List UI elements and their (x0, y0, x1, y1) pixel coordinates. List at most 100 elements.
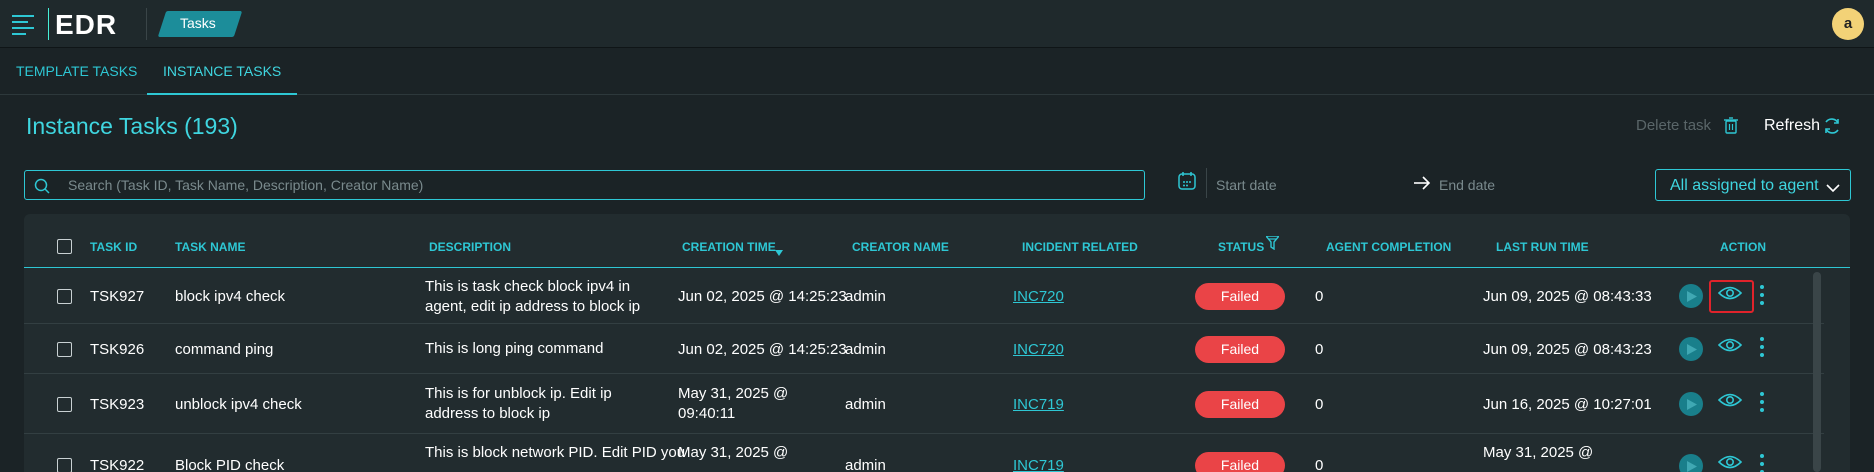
more-vertical-icon[interactable] (1760, 454, 1770, 472)
creation-time: Jun 02, 2025 @ 14:25:23 (678, 288, 847, 305)
task-description: This is for unblock ip. Edit ip address … (425, 385, 612, 422)
refresh-icon[interactable] (1823, 117, 1841, 135)
select-all-checkbox[interactable] (57, 239, 72, 254)
header-status[interactable]: STATUS (1218, 240, 1264, 254)
task-name: unblock ipv4 check (175, 396, 302, 413)
refresh-button[interactable]: Refresh (1764, 117, 1820, 135)
agent-completion: 0 (1315, 457, 1324, 472)
delete-icon[interactable] (1724, 117, 1738, 134)
task-name: command ping (175, 341, 274, 358)
row-checkbox[interactable] (57, 458, 72, 472)
agent-completion: 0 (1315, 288, 1324, 305)
agent-filter-label: All assigned to agent (1670, 177, 1819, 194)
task-name: block ipv4 check (175, 288, 286, 305)
chevron-down-icon (1826, 180, 1840, 193)
row-checkbox[interactable] (57, 342, 72, 357)
divider (146, 8, 147, 40)
last-run-time: Jun 09, 2025 @ 08:43:23 (1483, 341, 1652, 358)
status-badge: Failed (1195, 283, 1285, 310)
eye-icon[interactable] (1717, 392, 1746, 414)
tab-template-tasks[interactable]: TEMPLATE TASKS (16, 49, 137, 95)
table-row[interactable]: TSK926 command ping This is long ping co… (24, 324, 1824, 374)
search-box (24, 170, 1145, 200)
run-task-button[interactable] (1679, 392, 1703, 416)
header-task-id[interactable]: TASK ID (90, 240, 137, 254)
app-logo[interactable]: EDR (55, 9, 117, 41)
incident-link[interactable]: INC719 (1013, 457, 1064, 472)
search-icon (34, 178, 50, 194)
status-badge: Failed (1195, 391, 1285, 418)
task-id: TSK926 (90, 341, 145, 358)
end-date-input[interactable]: End date (1439, 177, 1495, 193)
task-description: This is block network PID. Edit PID you (425, 444, 686, 461)
run-task-button[interactable] (1679, 454, 1703, 472)
eye-icon[interactable] (1717, 454, 1746, 472)
tasks-table: TASK ID TASK NAME DESCRIPTION CREATION T… (24, 214, 1850, 472)
creator-name: admin (845, 288, 886, 305)
creator-name: admin (845, 396, 886, 413)
eye-icon[interactable] (1717, 285, 1746, 307)
creator-name: admin (845, 457, 886, 472)
header-task-name[interactable]: TASK NAME (175, 240, 245, 254)
incident-link[interactable]: INC719 (1013, 396, 1064, 413)
last-run-time: Jun 09, 2025 @ 08:43:33 (1483, 288, 1652, 305)
incident-link[interactable]: INC720 (1013, 341, 1064, 358)
header-action: ACTION (1720, 240, 1766, 254)
header-creation-time[interactable]: CREATION TIME (682, 240, 776, 254)
status-badge: Failed (1195, 336, 1285, 363)
breadcrumb-label[interactable]: Tasks (180, 15, 216, 31)
creation-time: Jun 02, 2025 @ 14:25:23 (678, 341, 847, 358)
agent-completion: 0 (1315, 396, 1324, 413)
play-icon (1687, 399, 1697, 410)
delete-task-button[interactable]: Delete task (1636, 117, 1711, 134)
search-input[interactable] (68, 174, 1128, 196)
row-checkbox[interactable] (57, 289, 72, 304)
table-row[interactable]: TSK927 block ipv4 check This is task che… (24, 269, 1824, 324)
sort-down-icon[interactable] (775, 243, 783, 261)
incident-link[interactable]: INC720 (1013, 288, 1064, 305)
task-id: TSK922 (90, 457, 145, 472)
row-checkbox[interactable] (57, 397, 72, 412)
creator-name: admin (845, 341, 886, 358)
header-last-run-time[interactable]: LAST RUN TIME (1496, 240, 1589, 254)
start-date-input[interactable]: Start date (1216, 177, 1277, 193)
task-id: TSK927 (90, 288, 145, 305)
creation-time: May 31, 2025 @ (678, 444, 789, 461)
page-title: Instance Tasks (193) (26, 113, 238, 139)
table-scrollbar[interactable] (1813, 272, 1821, 472)
task-description: This is long ping command (425, 340, 604, 357)
play-icon (1687, 461, 1697, 472)
menu-icon[interactable] (12, 12, 38, 36)
task-description: This is task check block ipv4 in agent, … (425, 278, 641, 315)
table-header: TASK ID TASK NAME DESCRIPTION CREATION T… (24, 214, 1850, 268)
date-divider (1206, 168, 1207, 198)
arrow-right-icon (1413, 175, 1431, 191)
agent-completion: 0 (1315, 341, 1324, 358)
calendar-icon[interactable] (1177, 171, 1197, 191)
creation-time: May 31, 2025 @ 09:40:11 (678, 385, 789, 422)
filter-icon[interactable] (1264, 235, 1281, 255)
play-icon (1687, 291, 1697, 302)
header-creator-name[interactable]: CREATOR NAME (852, 240, 949, 254)
status-badge: Failed (1195, 452, 1285, 472)
table-row[interactable]: TSK922 Block PID check This is block net… (24, 434, 1824, 472)
task-name: Block PID check (175, 457, 285, 472)
agent-filter-select[interactable]: All assigned to agent (1655, 169, 1851, 201)
header-agent-completion[interactable]: AGENT COMPLETION (1326, 240, 1451, 254)
more-vertical-icon[interactable] (1760, 285, 1770, 307)
table-row[interactable]: TSK923 unblock ipv4 check This is for un… (24, 374, 1824, 434)
header-incident-related[interactable]: INCIDENT RELATED (1022, 240, 1138, 254)
task-id: TSK923 (90, 396, 145, 413)
more-vertical-icon[interactable] (1760, 337, 1770, 359)
eye-icon[interactable] (1717, 337, 1746, 359)
last-run-time: May 31, 2025 @ (1483, 444, 1594, 461)
play-icon (1687, 344, 1697, 355)
user-avatar[interactable]: a (1832, 8, 1864, 40)
tab-instance-tasks[interactable]: INSTANCE TASKS (147, 49, 298, 95)
header-description[interactable]: DESCRIPTION (429, 240, 511, 254)
tab-bar: TEMPLATE TASKS INSTANCE TASKS (0, 49, 1874, 95)
more-vertical-icon[interactable] (1760, 392, 1770, 414)
run-task-button[interactable] (1679, 284, 1703, 308)
run-task-button[interactable] (1679, 337, 1703, 361)
logo-divider (48, 8, 49, 40)
